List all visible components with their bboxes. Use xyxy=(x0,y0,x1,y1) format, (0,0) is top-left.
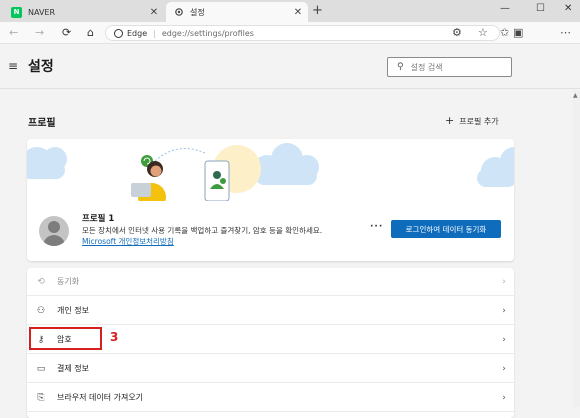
annotation-highlight-box xyxy=(29,327,102,350)
chevron-right-icon: › xyxy=(502,305,506,316)
minimize-button[interactable]: — xyxy=(500,3,510,14)
menu-item-label: 암호 xyxy=(57,335,72,344)
profile-avatar xyxy=(39,216,69,246)
more-options-button[interactable]: ··· xyxy=(370,222,383,232)
menu-item-label: 결제 정보 xyxy=(57,364,89,373)
settings-search-input[interactable]: ⚲ 설정 검색 xyxy=(387,57,512,77)
profile-name: 프로필 1 xyxy=(82,214,115,224)
menu-item-sync[interactable]: ⟲ 동기화 › xyxy=(27,268,514,296)
hamburger-menu-icon[interactable]: ≡ xyxy=(8,59,18,73)
forward-icon[interactable]: → xyxy=(35,26,44,39)
read-aloud-icon[interactable]: ⚙ xyxy=(452,26,462,39)
separator: | xyxy=(153,28,156,38)
close-icon[interactable]: ✕ xyxy=(147,7,161,18)
window-close-button[interactable]: ✕ xyxy=(564,3,572,14)
edge-icon xyxy=(114,28,123,38)
menu-item-payment-info[interactable]: ▭ 결제 정보 › xyxy=(27,355,514,383)
chevron-right-icon: › xyxy=(502,334,506,345)
page-title: 설정 xyxy=(28,59,54,75)
card-icon: ▭ xyxy=(36,363,46,374)
plus-icon: + xyxy=(445,114,455,127)
collections-icon[interactable]: ▣ xyxy=(513,26,523,39)
maximize-button[interactable]: ☐ xyxy=(536,3,545,14)
refresh-icon[interactable]: ⟳ xyxy=(62,26,71,39)
address-bar[interactable]: Edge | edge://settings/profiles xyxy=(105,25,500,41)
profile-card: 프로필 1 모든 장치에서 인터넷 사용 기록을 백업하고 즐겨찾기, 암호 등… xyxy=(27,139,514,261)
sync-icon: ⟲ xyxy=(37,276,45,287)
home-icon[interactable]: ⌂ xyxy=(87,26,94,39)
import-icon: ⎘ xyxy=(37,392,45,403)
back-icon[interactable]: ← xyxy=(9,26,18,39)
chevron-right-icon: › xyxy=(502,363,506,374)
chevron-right-icon: › xyxy=(502,392,506,403)
menu-item-personal-info[interactable]: ⚇ 개인 정보 › xyxy=(27,297,514,325)
menu-item-label: 동기화 xyxy=(57,277,80,286)
naver-logo-icon: N xyxy=(11,6,22,18)
url-text[interactable]: edge://settings/profiles xyxy=(162,29,254,38)
avatar-body xyxy=(43,235,65,246)
tab-settings[interactable]: 설정 ✕ xyxy=(166,2,308,22)
search-placeholder: 설정 검색 xyxy=(410,62,443,72)
profile-description-text: 모든 장치에서 인터넷 사용 기록을 백업하고 즐겨찾기, 암호 등을 확인하세… xyxy=(82,226,323,235)
more-menu-icon[interactable]: ⋯ xyxy=(560,26,571,39)
avatar-head xyxy=(48,221,60,233)
profile-banner-illustration xyxy=(27,143,514,201)
menu-item-label: 브라우저 데이터 가져오기 xyxy=(57,393,144,402)
tab-title: NAVER xyxy=(28,7,56,17)
scroll-up-arrow-icon[interactable]: ▲ xyxy=(573,92,578,99)
add-profile-label: 프로필 추가 xyxy=(459,117,499,126)
scrollbar[interactable]: ▲ xyxy=(573,90,580,407)
new-tab-button[interactable]: + xyxy=(312,3,323,18)
profile-description: 모든 장치에서 인터넷 사용 기록을 백업하고 즐겨찾기, 암호 등을 확인하세… xyxy=(82,225,354,247)
signin-sync-button[interactable]: 로그인하여 데이터 동기화 xyxy=(391,220,501,238)
add-profile-button[interactable]: + 프로필 추가 xyxy=(445,114,499,127)
tab-title: 설정 xyxy=(190,7,205,17)
settings-header: ≡ 설정 ⚲ 설정 검색 xyxy=(0,45,580,89)
menu-item-import-data[interactable]: ⎘ 브라우저 데이터 가져오기 › xyxy=(27,384,514,412)
chevron-right-icon: › xyxy=(502,276,506,287)
annotation-step-number: 3 xyxy=(110,330,119,344)
tab-naver[interactable]: N NAVER ✕ xyxy=(4,2,164,22)
person-icon: ⚇ xyxy=(36,305,46,316)
site-identity: Edge xyxy=(127,28,148,38)
section-title: 프로필 xyxy=(28,118,56,129)
privacy-link[interactable]: Microsoft 개인정보처리방침 xyxy=(82,237,174,246)
gear-icon xyxy=(173,7,184,18)
search-icon: ⚲ xyxy=(397,62,404,72)
favorites-icon[interactable]: ✩ xyxy=(500,26,509,39)
tab-strip: N NAVER ✕ 설정 ✕ + — ☐ ✕ xyxy=(0,0,580,22)
menu-item-label: 개인 정보 xyxy=(57,306,89,315)
close-icon[interactable]: ✕ xyxy=(291,7,305,18)
browser-toolbar: ← → ⟳ ⌂ Edge | edge://settings/profiles … xyxy=(0,22,580,62)
profile-row: 프로필 1 모든 장치에서 인터넷 사용 기록을 백업하고 즐겨찾기, 암호 등… xyxy=(27,209,514,259)
favorites-star-icon[interactable]: ☆ xyxy=(478,26,488,39)
